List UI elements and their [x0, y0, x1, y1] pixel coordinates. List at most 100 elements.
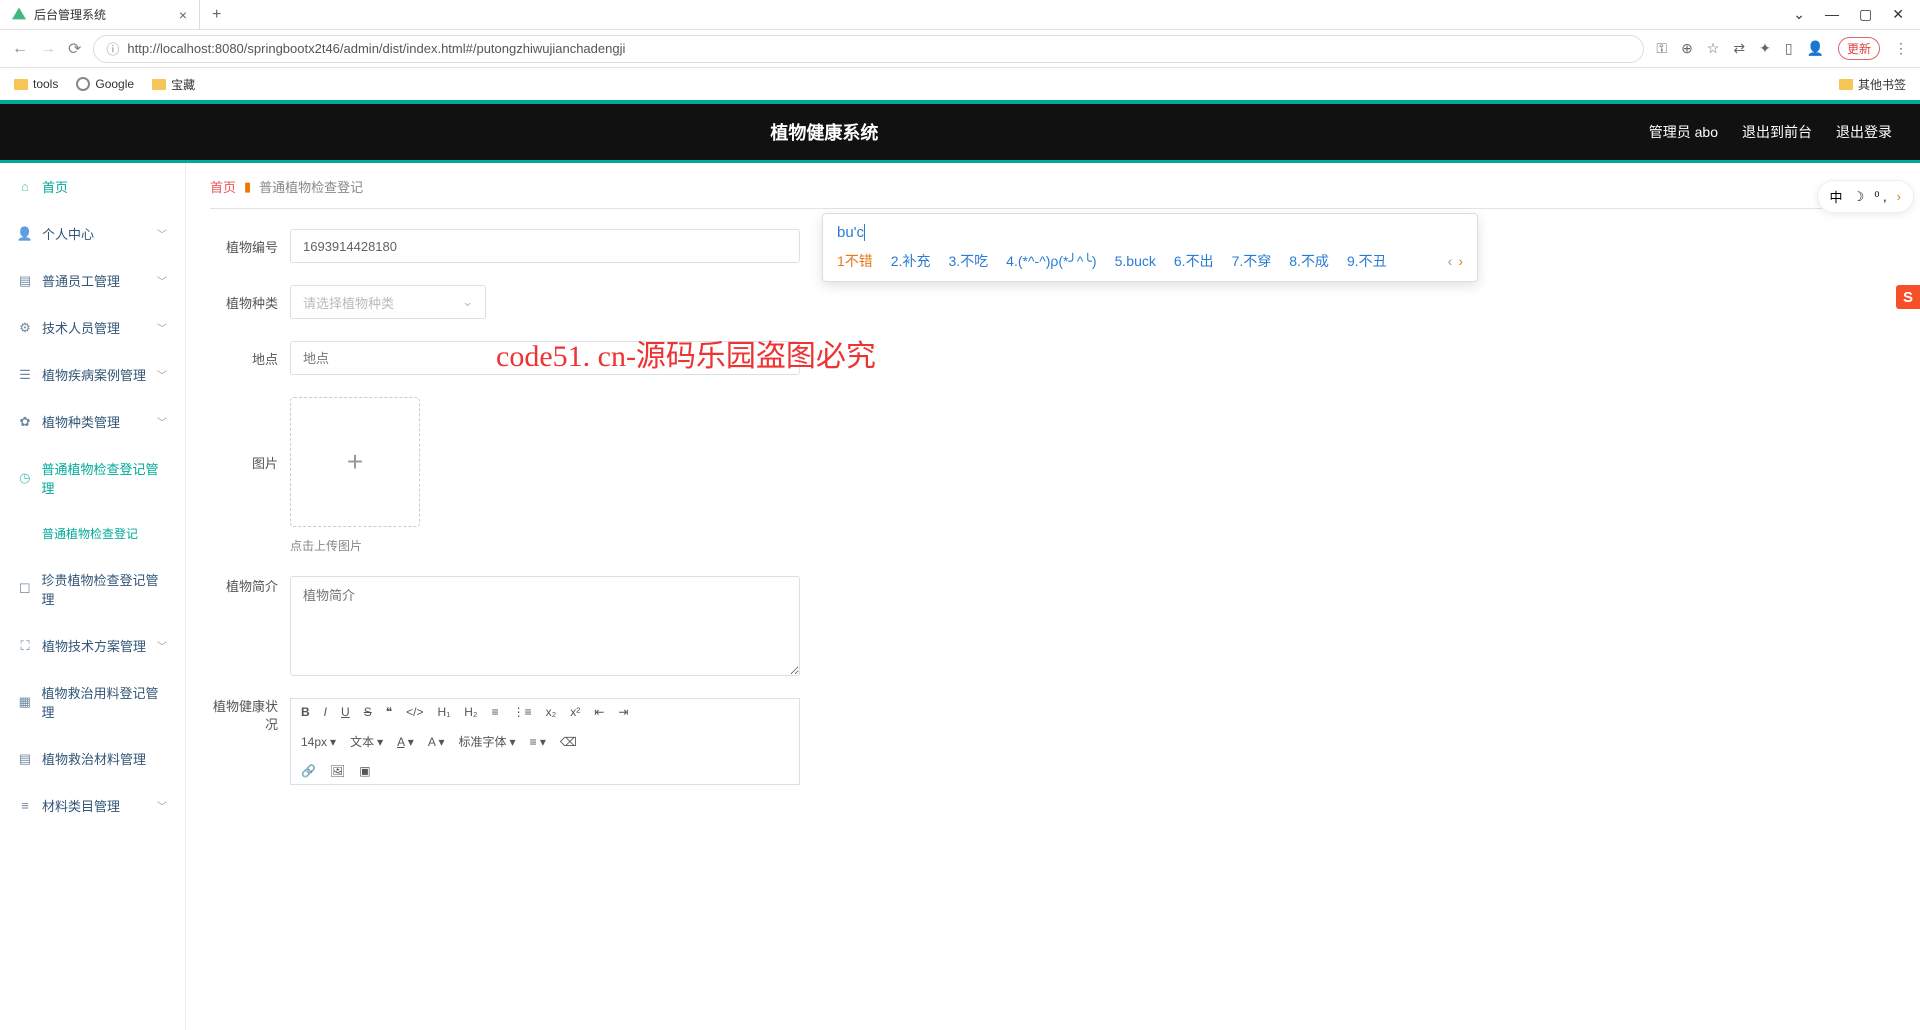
breadcrumb-home[interactable]: 首页 [210, 177, 236, 196]
bookmark-google[interactable]: Google [76, 77, 134, 91]
sidebar-item-material-reg[interactable]: ▦植物救治用料登记管理 [0, 669, 185, 735]
new-tab-button[interactable]: + [200, 6, 233, 24]
intro-textarea[interactable] [290, 576, 800, 676]
sidebar-item-material-mgmt[interactable]: ▤植物救治材料管理 [0, 735, 185, 782]
font-body-select[interactable]: 文本 ▾ [350, 733, 383, 750]
close-icon[interactable]: × [179, 7, 187, 23]
sidebar-item-precious[interactable]: ☐珍贵植物检查登记管理 [0, 556, 185, 622]
sidebar-item-technique[interactable]: ⛶植物技术方案管理﹀ [0, 622, 185, 669]
info-icon[interactable]: ⓘ [106, 39, 119, 58]
image-upload[interactable]: + [290, 397, 420, 527]
ime-candidate-4[interactable]: 4.(*^-^)ρ(*╯^╰) [1006, 253, 1096, 270]
align-select[interactable]: ≡ ▾ [530, 735, 546, 749]
image-icon[interactable]: 🖼 [330, 764, 345, 778]
admin-label[interactable]: 管理员 abo [1649, 122, 1718, 142]
color-icon[interactable]: A ▾ [397, 735, 414, 749]
key-icon[interactable]: ⚿ [1656, 40, 1667, 57]
intro-label: 植物简介 [210, 576, 278, 595]
sidebar-item-check-sub[interactable]: 普通植物检查登记 [0, 511, 185, 556]
ime-candidate-5[interactable]: 5.buck [1115, 253, 1156, 269]
sidebar-item-check[interactable]: ◷普通植物检查登记管理 [0, 445, 185, 511]
chevron-down-icon[interactable]: ⌄ [1793, 6, 1805, 23]
ime-next-icon[interactable]: › [1458, 253, 1463, 269]
ime-candidate-9[interactable]: 9.不丑 [1347, 251, 1387, 271]
bookmark-other[interactable]: 其他书签 [1839, 76, 1906, 93]
indent-icon[interactable]: ⇥ [618, 705, 628, 719]
precious-icon: ☐ [18, 582, 32, 596]
account-icon[interactable]: 👤 [1807, 40, 1824, 57]
extension-icon[interactable]: ✦ [1759, 40, 1771, 57]
bookmark-bar: tools Google 宝藏 其他书签 [0, 68, 1920, 100]
video-icon[interactable]: ▣ [359, 764, 370, 778]
maximize-icon[interactable]: ▢ [1859, 6, 1872, 23]
plant-id-input[interactable] [290, 229, 800, 263]
strike-icon[interactable]: S [364, 705, 372, 719]
exit-login-button[interactable]: 退出登录 [1836, 122, 1892, 142]
sidebar-item-profile[interactable]: 👤个人中心﹀ [0, 210, 185, 257]
sidebar-item-disease[interactable]: ☰植物疾病案例管理﹀ [0, 351, 185, 398]
ime-candidate-6[interactable]: 6.不出 [1174, 251, 1214, 271]
search-icon[interactable]: ⊕ [1681, 40, 1693, 57]
back-icon[interactable]: ← [12, 40, 28, 58]
bookmark-treasure[interactable]: 宝藏 [152, 76, 195, 93]
ul-icon[interactable]: ⋮≡ [513, 705, 532, 719]
folder-icon [152, 79, 166, 90]
sup-icon[interactable]: x² [570, 705, 580, 719]
sogou-icon[interactable]: S [1896, 285, 1920, 309]
chevron-down-icon: ﹀ [157, 273, 167, 288]
minimize-icon[interactable]: — [1825, 6, 1839, 23]
menu-icon[interactable]: ⋮ [1894, 40, 1908, 57]
ime-prev-icon[interactable]: ‹ [1448, 253, 1453, 269]
font-size-select[interactable]: 14px ▾ [301, 735, 336, 749]
ime-candidate-2[interactable]: 2.补充 [891, 251, 931, 271]
italic-icon[interactable]: I [324, 705, 327, 719]
sub-icon[interactable]: x₂ [546, 705, 557, 719]
sidebar-item-staff[interactable]: ▤普通员工管理﹀ [0, 257, 185, 304]
h2-icon[interactable]: H₂ [464, 705, 477, 719]
font-std-select[interactable]: 标准字体 ▾ [459, 733, 516, 750]
clear-icon[interactable]: ⌫ [560, 735, 577, 749]
reload-icon[interactable]: ⟳ [68, 39, 81, 59]
bold-icon[interactable]: B [301, 705, 310, 719]
link-icon[interactable]: 🔗 [301, 764, 316, 778]
vue-icon [12, 8, 26, 22]
ime-candidate-3[interactable]: 3.不吃 [948, 251, 988, 271]
h1-icon[interactable]: H₁ [438, 705, 451, 719]
quote-icon[interactable]: ❝ [386, 705, 392, 719]
sidebar-item-category[interactable]: ≡材料类目管理﹀ [0, 782, 185, 829]
reader-icon[interactable]: ▯ [1785, 40, 1793, 57]
plant-id-label: 植物编号 [210, 237, 278, 256]
ol-icon[interactable]: ≡ [492, 705, 499, 719]
chevron-down-icon: ﹀ [157, 367, 167, 382]
update-button[interactable]: 更新 [1838, 37, 1880, 60]
technique-icon: ⛶ [18, 639, 32, 653]
app-title: 植物健康系统 [0, 119, 1649, 145]
breadcrumb-sep-icon: ▮ [244, 179, 251, 195]
browser-tab[interactable]: 后台管理系统 × [0, 0, 200, 29]
close-window-icon[interactable]: ✕ [1892, 6, 1904, 23]
translate-icon[interactable]: ⇄ [1733, 40, 1745, 57]
star-icon[interactable]: ☆ [1707, 40, 1720, 57]
location-label: 地点 [210, 349, 278, 368]
underline-icon[interactable]: U [341, 705, 350, 719]
sidebar-item-tech[interactable]: ⚙技术人员管理﹀ [0, 304, 185, 351]
arrow-right-icon[interactable]: › [1897, 189, 1901, 204]
lang-cn-button[interactable]: 中 [1830, 187, 1843, 206]
comma-icon[interactable]: ⁰ , [1874, 189, 1886, 205]
code-icon[interactable]: </> [406, 705, 423, 719]
ime-candidate-8[interactable]: 8.不成 [1289, 251, 1329, 271]
moon-icon[interactable]: ☽ [1853, 189, 1865, 205]
ime-candidate-7[interactable]: 7.不穿 [1232, 251, 1272, 271]
plant-type-select[interactable]: 请选择植物种类 ⌄ [290, 285, 486, 319]
sidebar-item-type[interactable]: ✿植物种类管理﹀ [0, 398, 185, 445]
exit-front-button[interactable]: 退出到前台 [1742, 122, 1812, 142]
url-input[interactable]: ⓘ http://localhost:8080/springbootx2t46/… [93, 35, 1644, 63]
location-input[interactable] [290, 341, 800, 375]
outdent-icon[interactable]: ⇤ [594, 705, 604, 719]
bgcolor-icon[interactable]: A ▾ [428, 735, 445, 749]
ime-candidate-1[interactable]: 1不错 [837, 251, 873, 271]
bookmark-tools[interactable]: tools [14, 77, 58, 91]
sidebar-item-home[interactable]: ⌂首页 [0, 163, 185, 210]
address-bar: ← → ⟳ ⓘ http://localhost:8080/springboot… [0, 30, 1920, 68]
ime-input-text: bu'c [837, 224, 1463, 241]
